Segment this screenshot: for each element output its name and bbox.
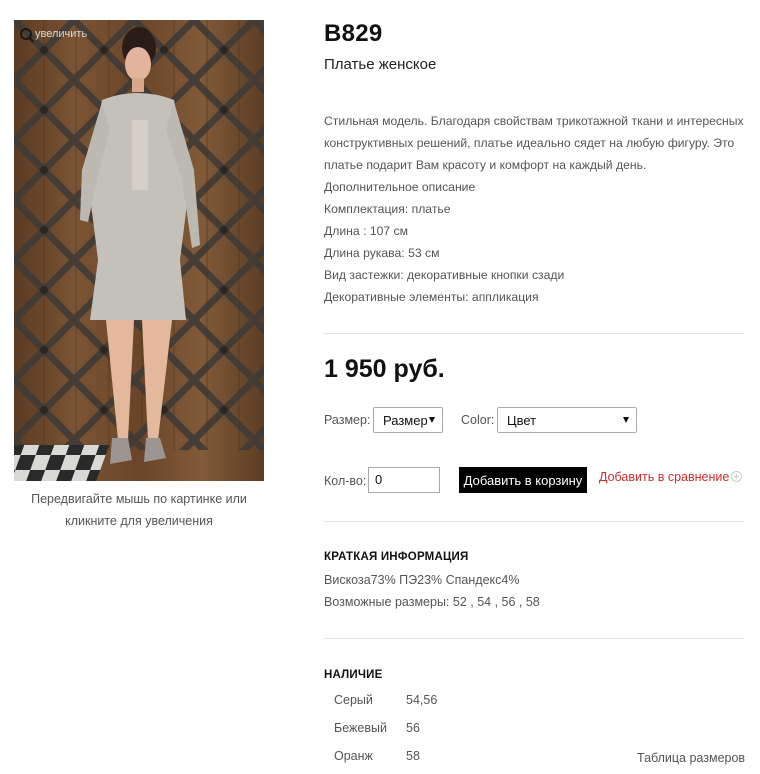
divider — [324, 638, 744, 639]
product-image[interactable] — [14, 20, 264, 481]
description-line: Длина : 107 см — [324, 224, 409, 238]
description-line: Дополнительное описание — [324, 180, 476, 194]
availability-heading: НАЛИЧИЕ — [324, 669, 383, 681]
description-line: Декоративные элементы: аппликация — [324, 290, 539, 304]
product-description: Стильная модель. Благодаря свойствам три… — [324, 110, 749, 308]
divider — [324, 521, 744, 522]
availability-sizes: 56 — [406, 721, 420, 735]
description-line: Стильная модель. Благодаря свойствам три… — [324, 114, 744, 172]
availability-table: Серый 54,56 Бежевый 56 Оранж 58 — [334, 690, 437, 774]
description-line: Длина рукава: 53 см — [324, 246, 440, 260]
availability-sizes: 54,56 — [406, 693, 438, 707]
magnifier-icon — [20, 28, 32, 40]
description-line: Комплектация: платье — [324, 202, 451, 216]
add-to-cart-button[interactable]: Добавить в корзину — [459, 467, 587, 493]
size-label: Размер: — [324, 413, 371, 427]
dropdown-arrow-icon — [623, 417, 629, 423]
availability-color: Оранж — [334, 749, 373, 763]
short-info-heading: КРАТКАЯ ИНФОРМАЦИЯ — [324, 551, 469, 563]
divider — [324, 333, 744, 334]
dropdown-arrow-icon — [429, 417, 435, 423]
product-price: 1 950 руб. — [324, 355, 445, 383]
product-sku: B829 — [324, 20, 383, 47]
description-line: Вид застежки: декоративные кнопки сзади — [324, 268, 565, 282]
availability-row: Бежевый 56 — [334, 718, 437, 746]
availability-row: Оранж 58 — [334, 746, 437, 774]
zoom-control[interactable]: увеличить — [20, 28, 87, 40]
zoom-label: увеличить — [35, 28, 88, 40]
color-select[interactable]: Цвет — [497, 407, 637, 433]
color-label: Color: — [461, 413, 495, 427]
composition-text: Вискоза73% ПЭ23% Спандекс4% — [324, 573, 520, 587]
product-photo-illustration — [14, 20, 264, 481]
available-sizes-text: Возможные размеры: 52 , 54 , 56 , 58 — [324, 595, 540, 609]
plus-circle-icon[interactable] — [731, 471, 742, 482]
availability-row: Серый 54,56 — [334, 690, 437, 718]
image-hint: Передвигайте мышь по картинке или кликни… — [31, 492, 247, 528]
availability-sizes: 58 — [406, 749, 420, 763]
availability-color: Серый — [334, 693, 373, 707]
color-select-value: Цвет — [507, 412, 537, 428]
product-name: Платье женское — [324, 56, 437, 73]
size-table-link[interactable]: Таблица размеров — [637, 751, 745, 765]
size-select-value: Размер — [383, 412, 427, 428]
quantity-label: Кол-во: — [324, 474, 367, 488]
size-select[interactable]: Размер — [373, 407, 443, 433]
add-to-compare-link[interactable]: Добавить в сравнение — [599, 470, 729, 484]
availability-color: Бежевый — [334, 721, 387, 735]
quantity-input[interactable]: 0 — [368, 467, 440, 493]
